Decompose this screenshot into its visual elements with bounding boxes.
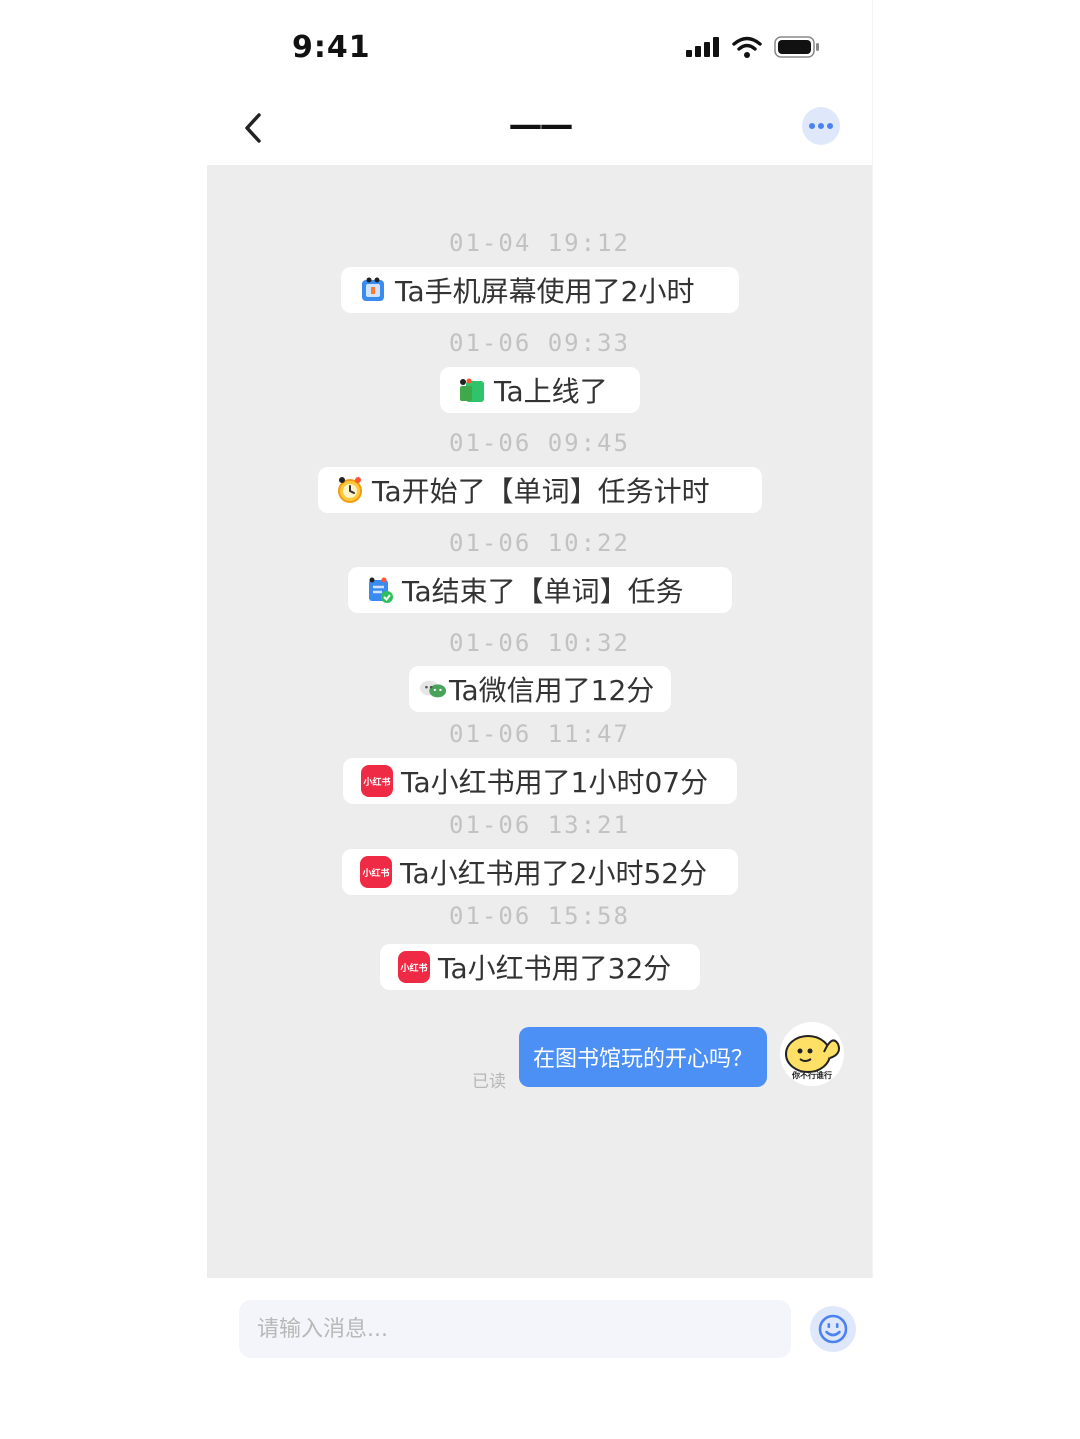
event-notice: Ta微信用了12分	[409, 666, 671, 712]
event-timestamp: 01-06 09:33	[449, 329, 630, 357]
event-timestamp: 01-06 10:32	[449, 629, 630, 657]
message-text: 在图书馆玩的开心吗？	[532, 1047, 753, 1072]
read-receipt: 已读	[472, 1072, 506, 1092]
event-timestamp: 01-06 13:21	[449, 811, 630, 839]
more-options-button[interactable]	[802, 107, 840, 145]
event-notice: 小红书 Ta小红书用了1小时07分	[343, 758, 737, 804]
smiley-icon	[818, 1314, 848, 1344]
phone-screen-icon	[359, 276, 387, 304]
alarm-clock-icon	[336, 476, 364, 504]
wifi-icon	[732, 36, 762, 58]
status-time: 9:41	[292, 30, 371, 65]
event-text: Ta小红书用了32分	[438, 952, 672, 985]
more-dot-icon	[818, 123, 824, 129]
event-timestamp: 01-06 11:47	[449, 720, 630, 748]
xiaohongshu-icon: 小红书	[361, 765, 393, 797]
event-text: Ta小红书用了2小时52分	[400, 857, 708, 890]
xiaohongshu-logo-text: 小红书	[363, 777, 391, 788]
xiaohongshu-logo-text: 小红书	[400, 963, 428, 974]
event-timestamp: 01-04 19:12	[449, 229, 630, 257]
event-text: Ta微信用了12分	[449, 674, 655, 707]
battery-icon	[774, 36, 819, 58]
message-bubble[interactable]: 在图书馆玩的开心吗？	[519, 1027, 767, 1087]
signal-icon	[686, 37, 719, 57]
task-done-icon	[366, 576, 394, 604]
event-notice: 小红书 Ta小红书用了2小时52分	[342, 849, 738, 895]
more-dot-icon	[827, 123, 833, 129]
event-text: Ta上线了	[494, 375, 608, 408]
wechat-icon	[419, 675, 447, 703]
online-app-icon	[458, 376, 486, 404]
event-notice: 小红书 Ta小红书用了32分	[380, 944, 700, 990]
input-area	[207, 1278, 872, 1439]
more-dot-icon	[809, 123, 815, 129]
event-text: Ta小红书用了1小时07分	[401, 766, 709, 799]
message-input[interactable]	[239, 1300, 791, 1358]
avatar[interactable]: 你不行谁行	[780, 1022, 844, 1086]
chat-area[interactable]: 01-04 19:12 Ta手机屏幕使用了2小时 01-06 09:33 Ta上…	[207, 165, 872, 1278]
xiaohongshu-icon: 小红书	[360, 856, 392, 888]
event-notice: Ta手机屏幕使用了2小时	[341, 267, 739, 313]
event-notice: Ta结束了【单词】任务	[348, 567, 732, 613]
phone-screen: 9:41 —— 01-04 19:12 Ta手机屏幕使用了2小时 01-06 0…	[207, 0, 872, 1439]
xiaohongshu-icon: 小红书	[398, 951, 430, 983]
avatar-caption: 你不行谁行	[792, 1071, 832, 1080]
event-text: Ta手机屏幕使用了2小时	[395, 275, 695, 308]
event-notice: Ta开始了【单词】任务计时	[318, 467, 762, 513]
xiaohongshu-logo-text: 小红书	[362, 868, 390, 879]
emoji-button[interactable]	[810, 1306, 856, 1352]
event-text: Ta结束了【单词】任务	[402, 575, 684, 608]
status-bar: 9:41	[207, 0, 872, 95]
nav-bar: ——	[207, 95, 872, 165]
page-title: ——	[508, 105, 574, 145]
event-notice: Ta上线了	[440, 367, 640, 413]
event-timestamp: 01-06 10:22	[449, 529, 630, 557]
status-icons	[686, 36, 820, 58]
event-timestamp: 01-06 15:58	[449, 902, 630, 930]
event-timestamp: 01-06 09:45	[449, 429, 630, 457]
event-text: Ta开始了【单词】任务计时	[372, 475, 710, 508]
